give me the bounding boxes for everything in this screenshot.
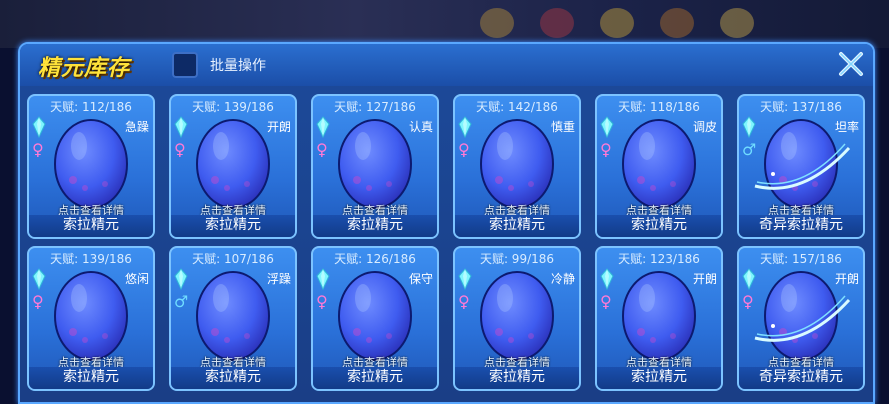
talent-value: 天赋: 137/186 xyxy=(760,100,842,114)
crystal-icon xyxy=(174,268,188,290)
shiny-effect xyxy=(754,295,851,342)
female-icon: ♀ xyxy=(742,292,754,311)
male-icon: ♂ xyxy=(174,292,189,311)
egg-icon xyxy=(338,271,412,361)
crystal-icon xyxy=(458,268,472,290)
egg-icon xyxy=(622,271,696,361)
essence-name: 索拉精元 xyxy=(63,369,119,385)
essence-card[interactable]: 天赋: 118/186 ♀ 调皮 点击查看详情 索拉精元 xyxy=(595,94,723,239)
female-icon: ♀ xyxy=(316,292,328,311)
egg-icon xyxy=(338,119,412,209)
talent-value: 天赋: 123/186 xyxy=(618,252,700,266)
talent-value: 天赋: 139/186 xyxy=(50,252,132,266)
egg-icon xyxy=(196,271,270,361)
female-icon: ♀ xyxy=(600,292,612,311)
female-icon: ♀ xyxy=(32,140,44,159)
talent-value: 天赋: 127/186 xyxy=(334,100,416,114)
female-icon: ♀ xyxy=(174,140,186,159)
essence-card[interactable]: 天赋: 139/186 ♀ 开朗 点击查看详情 索拉精元 xyxy=(169,94,297,239)
essence-card[interactable]: 天赋: 99/186 ♀ 冷静 点击查看详情 索拉精元 xyxy=(453,246,581,391)
talent-value: 天赋: 142/186 xyxy=(476,100,558,114)
essence-name: 索拉精元 xyxy=(489,369,545,385)
essence-card[interactable]: 天赋: 123/186 ♀ 开朗 点击查看详情 索拉精元 xyxy=(595,246,723,391)
essence-name: 索拉精元 xyxy=(631,217,687,233)
essence-card[interactable]: 天赋: 139/186 ♀ 悠闲 点击查看详情 索拉精元 xyxy=(27,246,155,391)
background-decoration xyxy=(600,8,634,38)
crystal-icon xyxy=(742,268,756,290)
background-decoration xyxy=(480,8,514,38)
talent-value: 天赋: 99/186 xyxy=(479,252,555,266)
panel-title: 精元库存 xyxy=(38,56,131,81)
talent-value: 天赋: 157/186 xyxy=(760,252,842,266)
female-icon: ♀ xyxy=(32,292,44,311)
egg-icon xyxy=(54,271,128,361)
essence-card[interactable]: 天赋: 127/186 ♀ 认真 点击查看详情 索拉精元 xyxy=(311,94,439,239)
crystal-icon xyxy=(742,116,756,138)
essence-name: 索拉精元 xyxy=(347,217,403,233)
essence-card[interactable]: 天赋: 137/186 ♂ 坦率 点击查看详情 奇异索拉精元 xyxy=(737,94,865,239)
essence-name: 索拉精元 xyxy=(63,217,119,233)
talent-value: 天赋: 112/186 xyxy=(50,100,132,114)
shiny-effect xyxy=(754,143,851,190)
essence-name: 索拉精元 xyxy=(631,369,687,385)
talent-value: 天赋: 139/186 xyxy=(192,100,274,114)
egg-icon xyxy=(622,119,696,209)
panel-header: 精元库存 批量操作 xyxy=(20,44,873,86)
crystal-icon xyxy=(32,268,46,290)
essence-name: 索拉精元 xyxy=(205,369,261,385)
crystal-icon xyxy=(600,268,614,290)
talent-value: 天赋: 118/186 xyxy=(618,100,700,114)
essence-name: 索拉精元 xyxy=(205,217,261,233)
female-icon: ♀ xyxy=(458,140,470,159)
essence-card[interactable]: 天赋: 142/186 ♀ 慎重 点击查看详情 索拉精元 xyxy=(453,94,581,239)
egg-icon xyxy=(480,271,554,361)
essence-name: 索拉精元 xyxy=(347,369,403,385)
talent-value: 天赋: 107/186 xyxy=(192,252,274,266)
essence-name: 奇异索拉精元 xyxy=(759,217,843,233)
essence-card[interactable]: 天赋: 107/186 ♂ 浮躁 点击查看详情 索拉精元 xyxy=(169,246,297,391)
background-decoration xyxy=(720,8,754,38)
crystal-icon xyxy=(316,268,330,290)
egg-icon xyxy=(480,119,554,209)
crystal-icon xyxy=(316,116,330,138)
crystal-icon xyxy=(174,116,188,138)
talent-value: 天赋: 126/186 xyxy=(334,252,416,266)
close-icon[interactable] xyxy=(835,48,867,80)
essence-name: 索拉精元 xyxy=(489,217,545,233)
background-decoration xyxy=(660,8,694,38)
essence-name: 奇异索拉精元 xyxy=(759,369,843,385)
egg-icon xyxy=(54,119,128,209)
crystal-icon xyxy=(458,116,472,138)
essence-card[interactable]: 天赋: 126/186 ♀ 保守 点击查看详情 索拉精元 xyxy=(311,246,439,391)
female-icon: ♀ xyxy=(316,140,328,159)
batch-checkbox[interactable] xyxy=(172,52,198,78)
background-game-hud xyxy=(0,0,889,48)
female-icon: ♀ xyxy=(600,140,612,159)
essence-card[interactable]: 天赋: 112/186 ♀ 急躁 点击查看详情 索拉精元 xyxy=(27,94,155,239)
egg-icon xyxy=(196,119,270,209)
inventory-panel: 精元库存 批量操作 天赋: 112/186 ♀ 急躁 点击查看详情 索拉精元 天… xyxy=(18,42,875,404)
essence-card[interactable]: 天赋: 157/186 ♀ 开朗 点击查看详情 奇异索拉精元 xyxy=(737,246,865,391)
crystal-icon xyxy=(32,116,46,138)
crystal-icon xyxy=(600,116,614,138)
background-decoration xyxy=(540,8,574,38)
female-icon: ♀ xyxy=(458,292,470,311)
batch-operation-label[interactable]: 批量操作 xyxy=(210,55,266,75)
